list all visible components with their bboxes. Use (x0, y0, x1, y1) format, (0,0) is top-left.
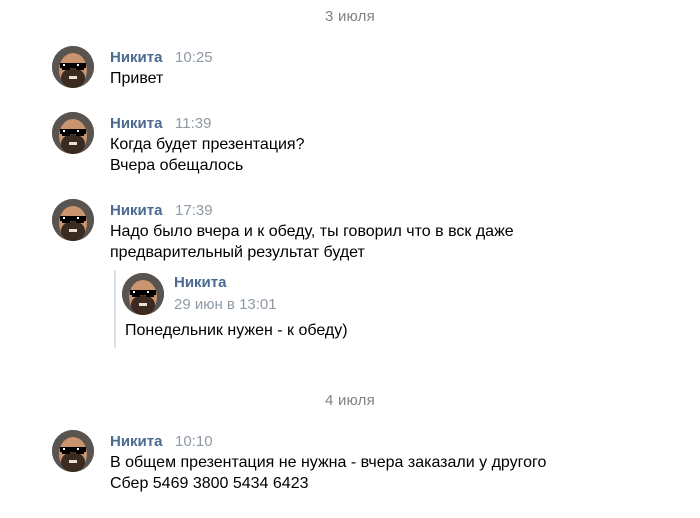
avatar[interactable] (52, 199, 94, 241)
date-separator: 3 июля (325, 8, 375, 25)
message-text: В общем презентация не нужна - вчера зак… (110, 454, 547, 471)
quote-bar (114, 270, 116, 348)
message-author[interactable]: Никита (110, 115, 162, 132)
avatar-sunglasses-icon (122, 273, 164, 315)
date-separator: 4 июля (325, 392, 375, 409)
quote-date[interactable]: 29 июн в 13:01 (174, 296, 277, 313)
message-author[interactable]: Никита (110, 433, 162, 450)
avatar-sunglasses-icon (52, 112, 94, 154)
message-text: Когда будет презентация? (110, 136, 305, 153)
message-text: предварительный результат будет (110, 244, 365, 261)
quote-avatar[interactable] (122, 273, 164, 315)
chat-history: 3 июля Никита 10:25 Привет Никита 11:39 … (0, 0, 700, 518)
message-text: Привет (110, 70, 164, 87)
avatar[interactable] (52, 112, 94, 154)
quote-text: Понедельник нужен - к обеду) (125, 322, 348, 339)
message-time[interactable]: 10:10 (175, 433, 213, 450)
message-time[interactable]: 10:25 (175, 49, 213, 66)
avatar[interactable] (52, 430, 94, 472)
quote-author[interactable]: Никита (174, 274, 226, 291)
message-text: Надо было вчера и к обеду, ты говорил чт… (110, 223, 514, 240)
message-author[interactable]: Никита (110, 49, 162, 66)
avatar-sunglasses-icon (52, 430, 94, 472)
message-author[interactable]: Никита (110, 202, 162, 219)
message-text: Вчера обещалось (110, 157, 244, 174)
avatar[interactable] (52, 46, 94, 88)
message-text: Сбер 5469 3800 5434 6423 (110, 475, 309, 492)
message-time[interactable]: 11:39 (175, 115, 211, 132)
message-time[interactable]: 17:39 (175, 202, 213, 219)
avatar-sunglasses-icon (52, 199, 94, 241)
avatar-sunglasses-icon (52, 46, 94, 88)
